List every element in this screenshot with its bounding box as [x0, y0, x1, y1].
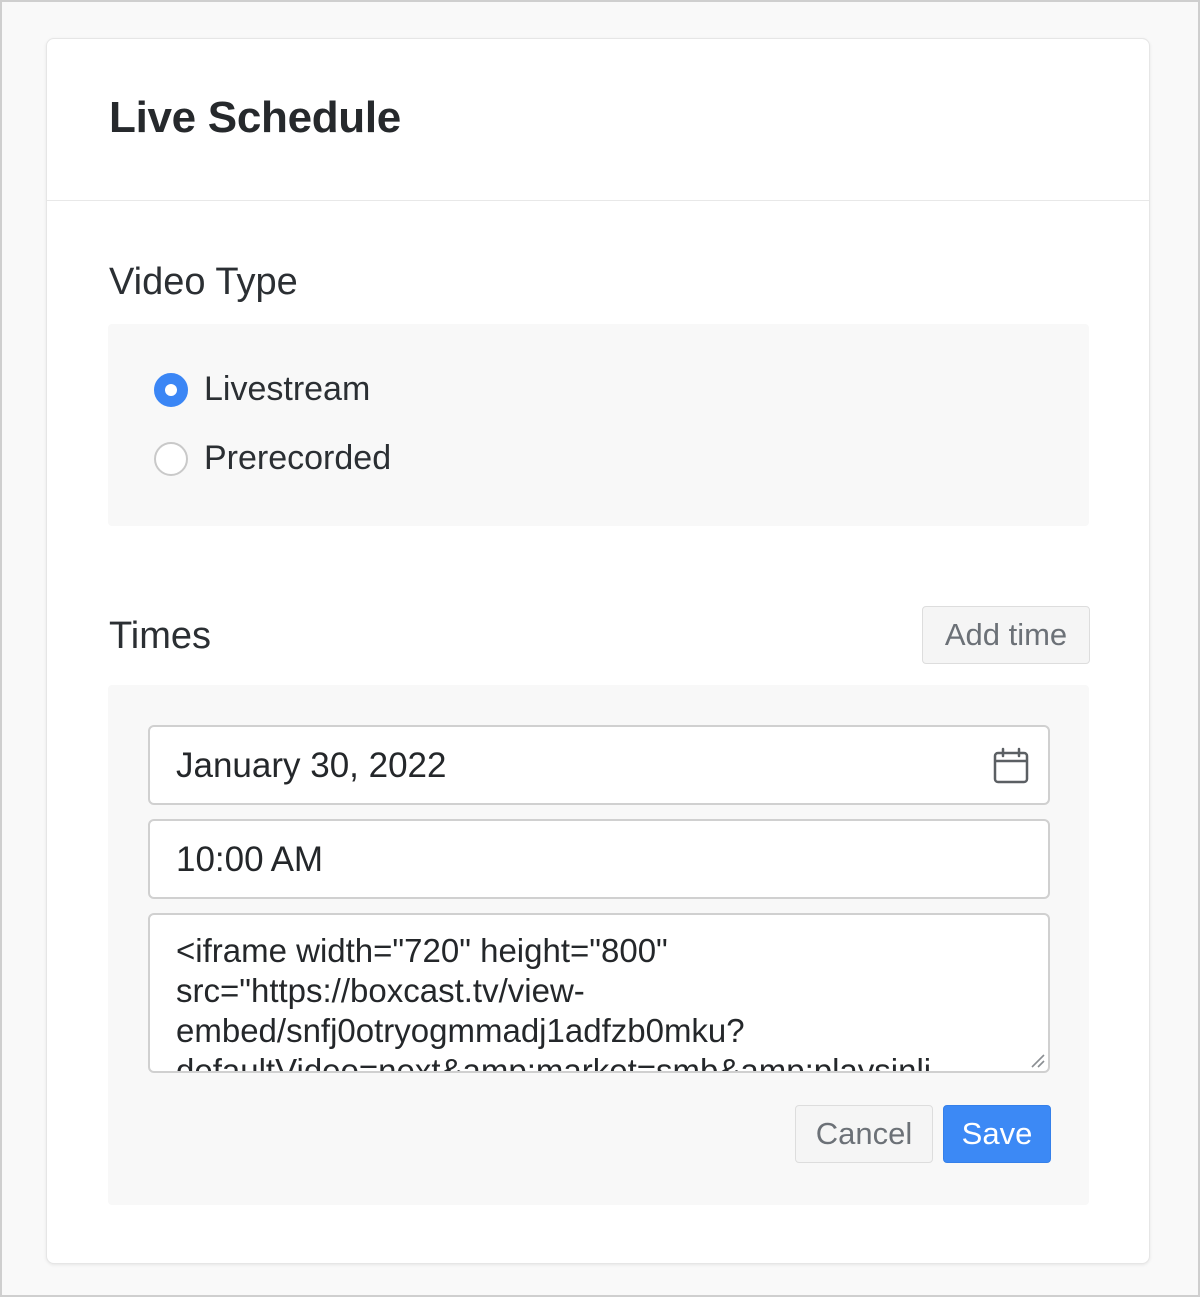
- page-title: Live Schedule: [109, 93, 401, 142]
- radio-option-prerecorded[interactable]: Prerecorded: [154, 439, 391, 478]
- radio-label-prerecorded: Prerecorded: [204, 439, 392, 477]
- video-type-heading: Video Type: [109, 261, 298, 303]
- video-type-panel: Livestream Prerecorded: [108, 324, 1089, 526]
- embed-code-textarea[interactable]: <iframe width="720" height="800" src="ht…: [148, 913, 1050, 1073]
- cancel-button[interactable]: Cancel: [795, 1105, 933, 1163]
- time-value: 10:00 AM: [176, 840, 324, 879]
- time-input-field[interactable]: 10:00 AM: [148, 819, 1050, 899]
- times-panel: January 30, 2022 10:00 AM <iframe width=…: [108, 685, 1089, 1205]
- save-button[interactable]: Save: [943, 1105, 1051, 1163]
- radio-option-livestream[interactable]: Livestream: [154, 370, 370, 409]
- add-time-button[interactable]: Add time: [922, 606, 1090, 664]
- date-picker-field[interactable]: January 30, 2022: [148, 725, 1050, 805]
- times-heading: Times: [109, 615, 212, 657]
- live-schedule-card: Live Schedule Video Type Livestream Prer…: [46, 38, 1150, 1264]
- embed-code-text: <iframe width="720" height="800" src="ht…: [176, 932, 932, 1073]
- radio-label-livestream: Livestream: [204, 370, 371, 408]
- calendar-icon[interactable]: [992, 747, 1030, 785]
- radio-button-checked[interactable]: [154, 372, 188, 407]
- date-value: January 30, 2022: [176, 746, 447, 785]
- window-frame: Live Schedule Video Type Livestream Prer…: [0, 0, 1200, 1297]
- radio-button-unchecked[interactable]: [154, 441, 188, 476]
- resize-handle-icon[interactable]: [1028, 1051, 1046, 1069]
- card-header: Live Schedule: [47, 39, 1149, 201]
